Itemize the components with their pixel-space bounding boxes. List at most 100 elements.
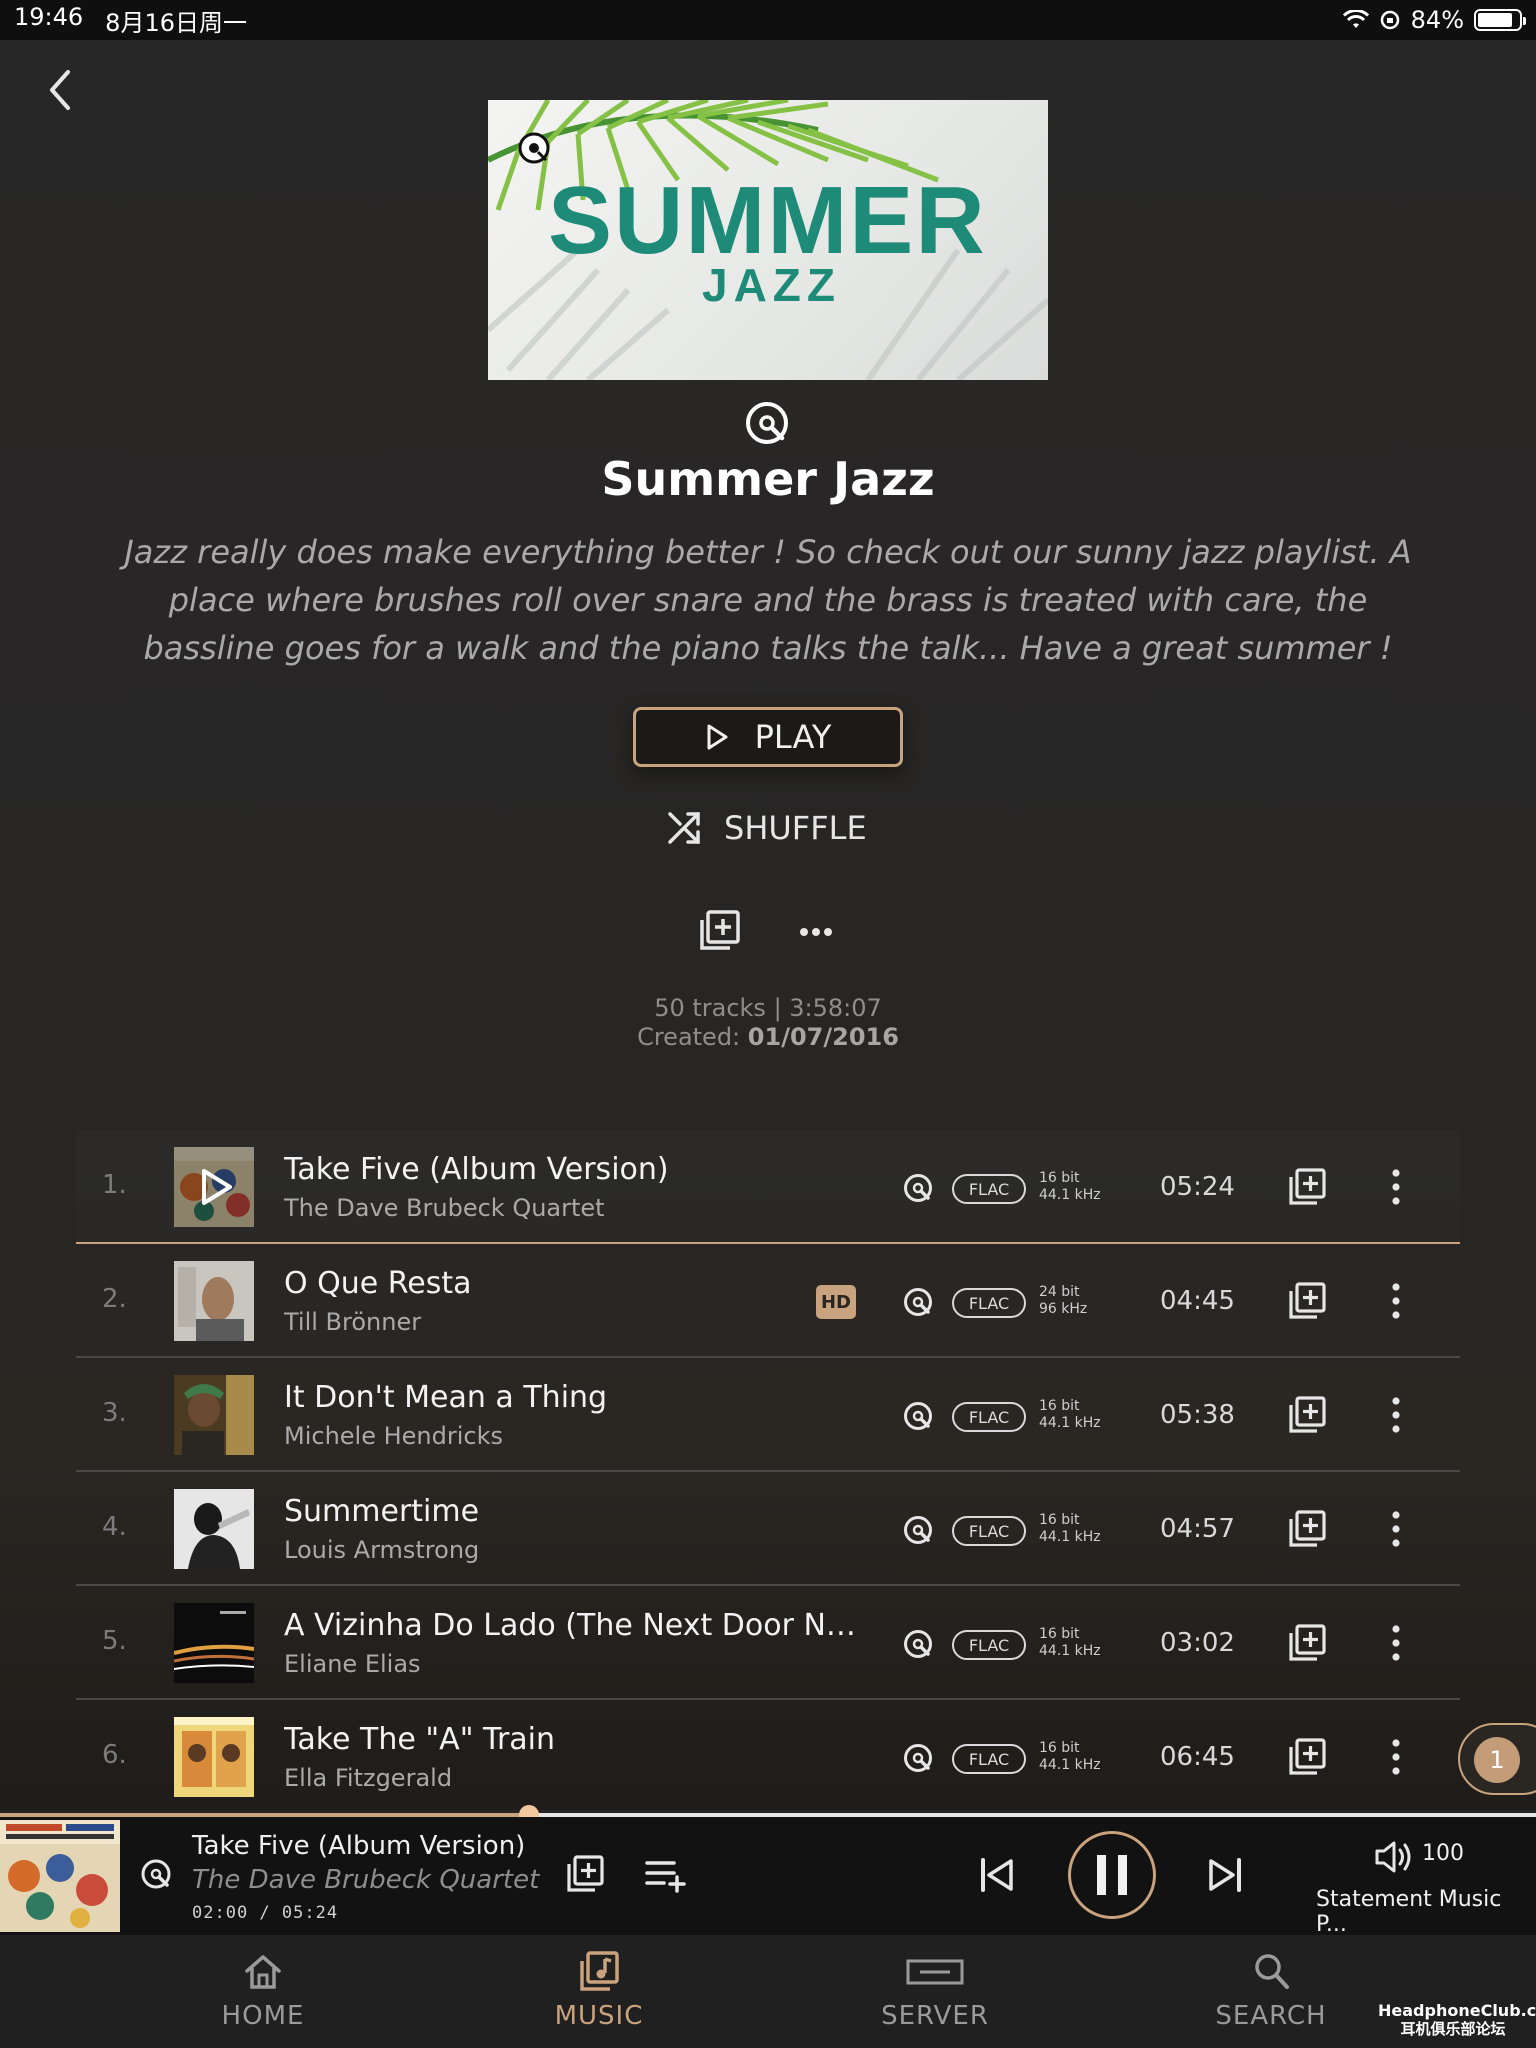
format-badge: FLAC	[952, 1402, 1026, 1432]
track-number: 4.	[102, 1512, 127, 1542]
shuffle-button[interactable]: SHUFFLE	[666, 800, 876, 856]
add-to-playlist-icon[interactable]	[1286, 1394, 1328, 1436]
status-bar: 19:46 8月16日周一 84%	[0, 0, 1536, 40]
add-to-playlist-icon[interactable]	[1286, 1622, 1328, 1664]
next-track-icon[interactable]	[1206, 1855, 1244, 1895]
pause-icon	[1097, 1855, 1127, 1895]
bit-depth: 16 bit	[1039, 1512, 1080, 1528]
audio-quality: 16 bit 44.1 kHz	[1039, 1398, 1101, 1432]
play-button[interactable]: PLAY	[633, 707, 903, 767]
track-thumbnail[interactable]	[174, 1603, 254, 1683]
playlist-description: Jazz really does make everything better …	[124, 533, 1412, 667]
track-row[interactable]: 2. O Que Resta Till Brönner HD FLAC 24 b…	[76, 1244, 1460, 1358]
battery-icon	[1474, 9, 1526, 31]
created-date: 01/07/2016	[747, 1023, 899, 1051]
previous-track-icon[interactable]	[978, 1855, 1016, 1895]
forum-watermark: HeadphoneClub.com 耳机俱乐部论坛	[1378, 2002, 1536, 2039]
more-options-icon[interactable]	[796, 912, 836, 952]
format-badge: FLAC	[952, 1744, 1026, 1774]
track-menu-icon[interactable]	[1388, 1166, 1404, 1208]
track-artist[interactable]: The Dave Brubeck Quartet	[284, 1194, 605, 1222]
volume-icon[interactable]	[1374, 1839, 1414, 1875]
add-to-library-icon[interactable]	[696, 908, 742, 954]
track-menu-icon[interactable]	[1388, 1622, 1404, 1664]
play-icon	[707, 724, 728, 750]
qobuz-icon	[904, 1402, 932, 1430]
track-thumbnail[interactable]	[174, 1717, 254, 1797]
pause-button[interactable]	[1068, 1831, 1156, 1919]
queue-count: 1	[1474, 1737, 1520, 1783]
output-device[interactable]: Statement Music P...	[1316, 1887, 1536, 1937]
now-playing-time: 02:00 / 05:24	[192, 1903, 339, 1923]
track-row[interactable]: 1. Take Five (Album Version) The Dave Br…	[76, 1130, 1460, 1244]
cover-subtitle-text: JAZZ	[702, 259, 841, 311]
shuffle-icon	[668, 812, 700, 844]
status-date: 8月16日周一	[105, 8, 247, 37]
track-row[interactable]: 5. A Vizinha Do Lado (The Next Door Neig…	[76, 1586, 1460, 1700]
track-menu-icon[interactable]	[1388, 1736, 1404, 1778]
queue-badge[interactable]: 1	[1458, 1723, 1536, 1795]
track-menu-icon[interactable]	[1388, 1508, 1404, 1550]
track-duration: 03:02	[1160, 1628, 1235, 1658]
tab-search[interactable]: SEARCH	[1181, 1949, 1361, 2031]
track-artist[interactable]: Till Brönner	[284, 1308, 421, 1336]
back-chevron-icon[interactable]	[40, 62, 80, 118]
shuffle-button-label: SHUFFLE	[724, 809, 867, 847]
playlist-title: Summer Jazz	[601, 452, 935, 506]
add-to-playlist-icon[interactable]	[1286, 1280, 1328, 1322]
audio-quality: 16 bit 44.1 kHz	[1039, 1740, 1101, 1774]
track-thumbnail[interactable]	[174, 1375, 254, 1455]
tracks-summary: 50 tracks | 3:58:07	[654, 994, 882, 1022]
add-to-playlist-icon[interactable]	[564, 1853, 606, 1895]
track-row[interactable]: 6. Take The "A" Train Ella Fitzgerald FL…	[76, 1700, 1460, 1814]
bit-depth: 16 bit	[1039, 1170, 1080, 1186]
music-library-icon	[580, 1951, 619, 1991]
tab-server[interactable]: SERVER	[845, 1949, 1025, 2031]
add-to-playlist-icon[interactable]	[1286, 1736, 1328, 1778]
playlist-meta: 50 tracks | 3:58:07 Created: 01/07/2016	[0, 994, 1536, 1052]
audio-quality: 24 bit 96 kHz	[1039, 1284, 1087, 1318]
track-artist[interactable]: Ella Fitzgerald	[284, 1764, 452, 1792]
qobuz-icon	[904, 1516, 932, 1544]
track-artist[interactable]: Eliane Elias	[284, 1650, 421, 1678]
tab-music[interactable]: MUSIC	[509, 1949, 689, 2031]
track-menu-icon[interactable]	[1388, 1394, 1404, 1436]
tab-home[interactable]: HOME	[173, 1949, 353, 2031]
sample-rate: 96 kHz	[1039, 1301, 1088, 1317]
bit-depth: 24 bit	[1039, 1284, 1080, 1300]
add-to-queue-icon[interactable]	[644, 1857, 688, 1893]
track-thumbnail[interactable]	[174, 1147, 254, 1227]
track-number: 1.	[102, 1170, 127, 1200]
track-row[interactable]: 4. Summertime Louis Armstrong FLAC 16 bi…	[76, 1472, 1460, 1586]
now-playing-title: Take Five (Album Version)	[192, 1831, 526, 1861]
now-playing-cover[interactable]	[0, 1820, 120, 1932]
track-row[interactable]: 3. It Don't Mean a Thing Michele Hendric…	[76, 1358, 1460, 1472]
format-badge: FLAC	[952, 1516, 1026, 1546]
format-badge: FLAC	[952, 1288, 1026, 1318]
bit-depth: 16 bit	[1039, 1626, 1080, 1642]
created-label: Created:	[637, 1023, 741, 1051]
tab-server-label: SERVER	[881, 2001, 989, 2031]
track-number: 6.	[102, 1740, 127, 1770]
wifi-icon	[1342, 10, 1369, 28]
bit-depth: 16 bit	[1039, 1740, 1080, 1756]
format-badge: FLAC	[952, 1174, 1026, 1204]
watermark-line2: 耳机俱乐部论坛	[1400, 2020, 1506, 2038]
add-to-playlist-icon[interactable]	[1286, 1166, 1328, 1208]
track-artist[interactable]: Michele Hendricks	[284, 1422, 503, 1450]
volume-value: 100	[1422, 1841, 1464, 1866]
track-duration: 05:24	[1160, 1172, 1235, 1202]
track-title: Take The "A" Train	[284, 1722, 556, 1757]
track-thumbnail[interactable]	[174, 1261, 254, 1341]
track-thumbnail[interactable]	[174, 1489, 254, 1569]
qobuz-icon	[904, 1174, 932, 1202]
track-menu-icon[interactable]	[1388, 1280, 1404, 1322]
format-badge: FLAC	[952, 1630, 1026, 1660]
tab-home-label: HOME	[221, 2001, 305, 2031]
audio-quality: 16 bit 44.1 kHz	[1039, 1512, 1101, 1546]
server-icon	[906, 1959, 964, 1985]
sample-rate: 44.1 kHz	[1039, 1757, 1101, 1773]
track-artist[interactable]: Louis Armstrong	[284, 1536, 479, 1564]
add-to-playlist-icon[interactable]	[1286, 1508, 1328, 1550]
bit-depth: 16 bit	[1039, 1398, 1080, 1414]
